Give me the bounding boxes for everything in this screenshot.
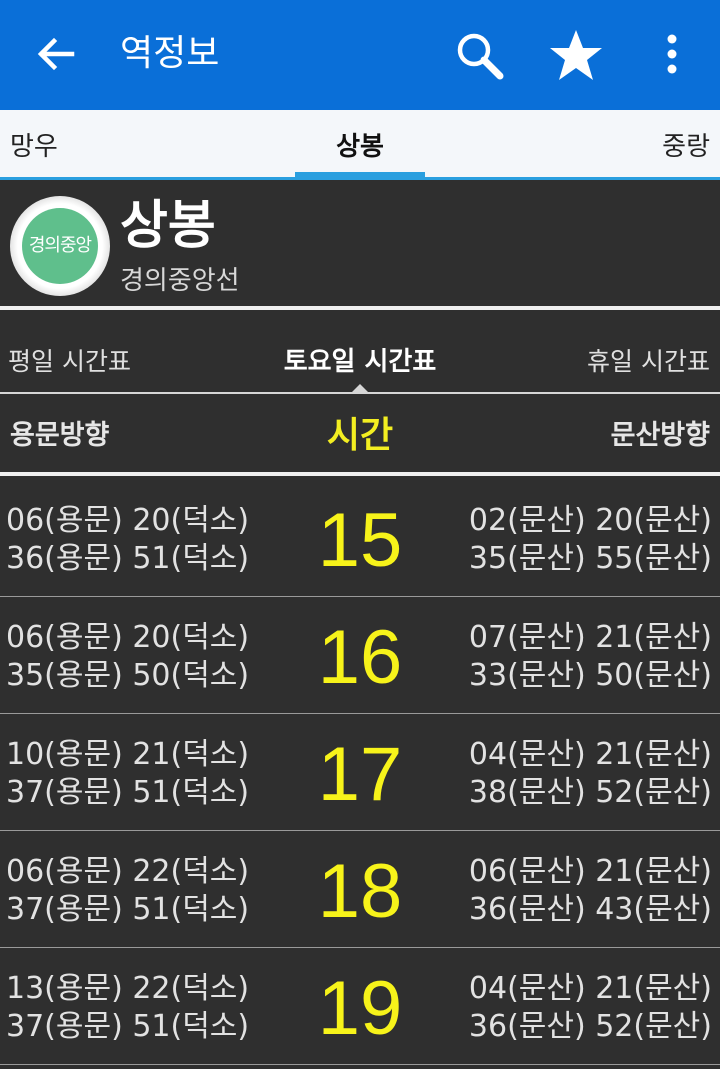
schedule-row: 10(용문) 21(덕소) 37(용문) 51(덕소) 17 04(문산) 21(…	[0, 714, 720, 831]
column-right-direction: 문산방향	[610, 420, 710, 451]
right-times-line: 36(문산) 43(문산)	[468, 892, 712, 927]
schedule-list[interactable]: 06(용문) 20(덕소) 36(용문) 51(덕소) 15 02(문산) 20(…	[0, 480, 720, 1065]
station-tabs: 망우 상봉 중랑	[0, 110, 720, 180]
schedule-row: 13(용문) 22(덕소) 37(용문) 51(덕소) 19 04(문산) 21(…	[0, 948, 720, 1065]
right-times-line: 02(문산) 20(문산)	[468, 503, 712, 538]
column-header: 용문방향 시간 문산방향	[0, 396, 720, 476]
tab-holiday[interactable]: 휴일 시간표	[587, 314, 710, 394]
right-times-line: 38(문산) 52(문산)	[468, 775, 712, 810]
right-times-line: 06(문산) 21(문산)	[468, 854, 712, 889]
right-times-line: 33(문산) 50(문산)	[468, 658, 712, 693]
app-bar: 역정보	[0, 0, 720, 110]
station-header: 경의중앙 상봉 경의중앙선	[0, 180, 720, 310]
right-times-line: 35(문산) 55(문산)	[468, 541, 712, 576]
tab-next-station[interactable]: 중랑	[662, 110, 710, 180]
right-times-line: 04(문산) 21(문산)	[468, 971, 712, 1006]
star-icon[interactable]	[546, 26, 606, 86]
arrow-left-icon[interactable]	[32, 30, 80, 78]
line-badge: 경의중앙	[10, 196, 110, 296]
day-tabs: 평일 시간표 토요일 시간표 휴일 시간표	[0, 314, 720, 394]
station-name: 상봉	[120, 196, 216, 256]
schedule-row: 06(용문) 20(덕소) 36(용문) 51(덕소) 15 02(문산) 20(…	[0, 480, 720, 597]
schedule-row: 06(용문) 22(덕소) 37(용문) 51(덕소) 18 06(문산) 21(…	[0, 831, 720, 948]
tab-current-station[interactable]: 상봉	[0, 110, 720, 180]
right-times-line: 36(문산) 52(문산)	[468, 1009, 712, 1044]
tab-indicator	[295, 172, 425, 178]
right-times: 04(문산) 21(문산) 36(문산) 52(문산)	[469, 970, 712, 1046]
line-badge-label: 경의중앙	[22, 208, 98, 284]
more-vert-icon[interactable]	[648, 30, 696, 78]
search-icon[interactable]	[452, 28, 508, 84]
schedule-row: 06(용문) 20(덕소) 35(용문) 50(덕소) 16 07(문산) 21(…	[0, 597, 720, 714]
right-times-line: 04(문산) 21(문산)	[468, 737, 712, 772]
right-times: 04(문산) 21(문산) 38(문산) 52(문산)	[469, 736, 712, 812]
right-times: 02(문산) 20(문산) 35(문산) 55(문산)	[469, 502, 712, 578]
line-name: 경의중앙선	[120, 266, 240, 296]
page-title: 역정보	[120, 33, 220, 74]
right-times-line: 07(문산) 21(문산)	[468, 620, 712, 655]
tab-notch	[352, 384, 368, 392]
right-times: 06(문산) 21(문산) 36(문산) 43(문산)	[469, 853, 712, 929]
right-times: 07(문산) 21(문산) 33(문산) 50(문산)	[469, 619, 712, 695]
